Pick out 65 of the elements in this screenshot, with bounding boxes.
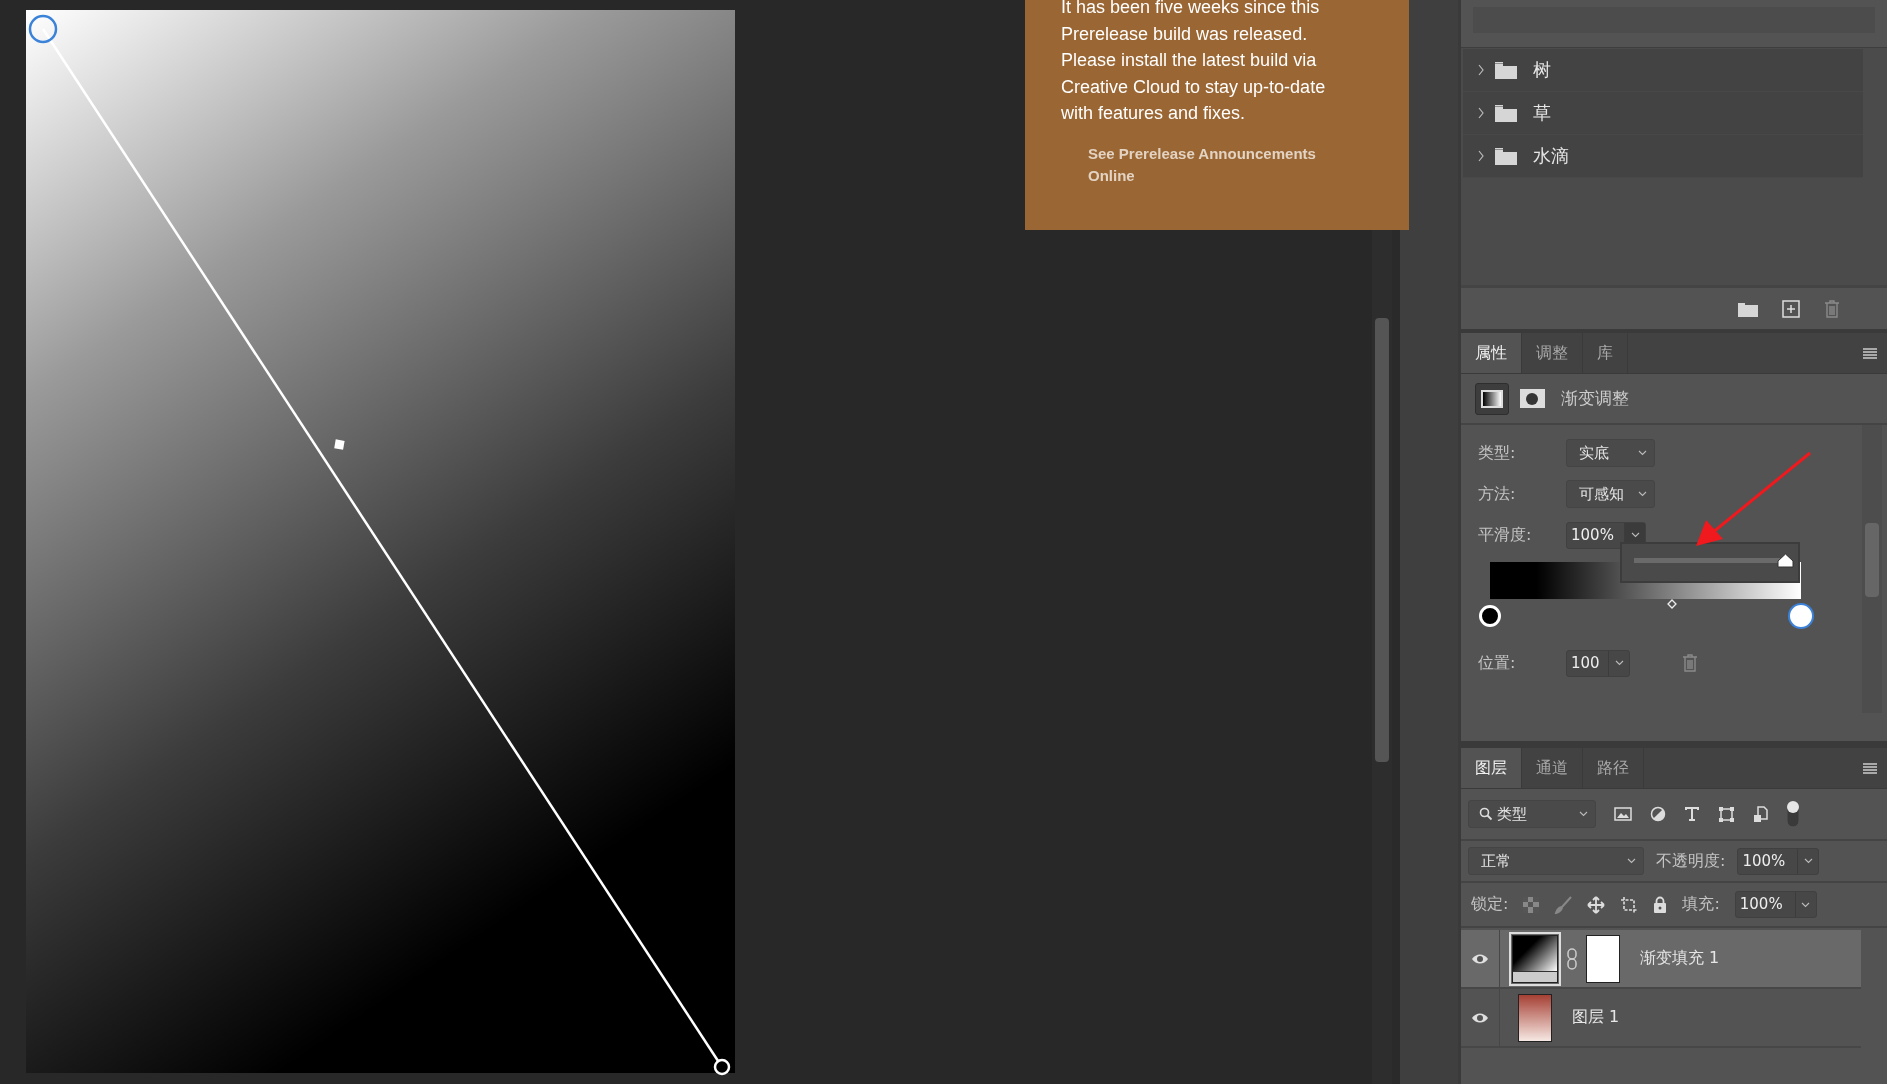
eye-icon[interactable] <box>1471 1011 1489 1024</box>
menu-icon[interactable] <box>1863 762 1877 774</box>
mask-thumbnail <box>1586 934 1620 983</box>
field-label: 位置: <box>1478 652 1517 674</box>
gradient-mode-button[interactable] <box>1475 382 1509 415</box>
filter-dropdown[interactable]: 类型 <box>1468 800 1596 828</box>
field-label: 填充: <box>1682 894 1720 915</box>
caret-icon <box>1801 901 1811 908</box>
dropdown[interactable]: 可感知 <box>1566 480 1655 508</box>
caret-icon <box>1630 532 1640 538</box>
field-label: 平滑度: <box>1478 524 1533 546</box>
move-icon[interactable] <box>1587 895 1606 914</box>
opacity-field[interactable]: 100% <box>1737 847 1820 875</box>
notification-message: It has been five weeks since this Prerelease build was released. Please install the latest build via Creative Cloud to stay up-to-date with features and fixes. <box>1061 0 1327 125</box>
gradient-thumbnail <box>1512 934 1558 983</box>
panel-tab[interactable]: 图层 <box>1461 748 1522 788</box>
folder-icon[interactable] <box>1738 300 1758 317</box>
scrollbar-thumb[interactable] <box>1375 318 1389 762</box>
field-label: 类型: <box>1478 442 1517 464</box>
dropdown[interactable]: 实底 <box>1566 439 1655 467</box>
slider-thumb[interactable] <box>1777 553 1794 568</box>
document-icon[interactable] <box>1753 805 1768 823</box>
text-tool-icon[interactable] <box>1684 806 1700 822</box>
midpoint-diamond-icon[interactable] <box>1667 599 1677 609</box>
panel-tab[interactable]: 属性 <box>1461 333 1522 373</box>
chevron-icon[interactable] <box>1477 150 1485 162</box>
caret-icon <box>1614 660 1624 666</box>
add-icon[interactable] <box>1782 299 1800 318</box>
layer-row[interactable]: 渐变填充 1 <box>1461 930 1861 989</box>
caret-icon <box>1627 858 1636 864</box>
folder-icon <box>1495 147 1517 165</box>
panel-title: 渐变调整 <box>1561 387 1629 410</box>
chain-link-icon[interactable] <box>1566 947 1578 970</box>
fill-field[interactable]: 100% <box>1734 891 1817 918</box>
transform-icon[interactable] <box>1718 805 1735 823</box>
folder-icon <box>1495 104 1517 122</box>
half-circle-icon[interactable] <box>1650 806 1666 822</box>
layer-group-row[interactable]: 水滴 <box>1463 135 1863 178</box>
field-label: 锁定: <box>1471 894 1509 915</box>
layer-row[interactable]: 图层 1 <box>1461 989 1861 1048</box>
lock-icon[interactable] <box>1653 896 1668 913</box>
layer-thumbnail <box>1518 993 1552 1042</box>
folder-icon <box>1495 61 1517 79</box>
image-icon[interactable] <box>1614 807 1632 821</box>
field-label: 方法: <box>1478 483 1517 505</box>
chevron-icon[interactable] <box>1477 64 1485 76</box>
eye-icon[interactable] <box>1471 952 1489 965</box>
smoothness-field[interactable]: 100% <box>1566 521 1646 549</box>
scrollbar[interactable] <box>1862 425 1882 713</box>
crop-icon[interactable] <box>1620 895 1639 914</box>
caret-icon <box>1579 811 1588 817</box>
caret-icon <box>1638 491 1647 497</box>
toggle-switch[interactable] <box>1786 800 1800 828</box>
layer-group-row[interactable]: 草 <box>1463 92 1863 135</box>
layer-group-row[interactable]: 树 <box>1463 49 1863 92</box>
menu-icon[interactable] <box>1863 347 1877 359</box>
caret-icon <box>1638 450 1647 456</box>
blend-mode-dropdown[interactable]: 正常 <box>1468 847 1644 875</box>
search-icon <box>1479 807 1493 821</box>
chevron-icon[interactable] <box>1477 107 1485 119</box>
position-field[interactable]: 100 <box>1566 649 1630 677</box>
caret-icon <box>1803 858 1813 864</box>
color-stop[interactable] <box>1479 605 1501 627</box>
color-stop[interactable] <box>1790 605 1812 627</box>
field-label: 不透明度: <box>1656 850 1726 872</box>
